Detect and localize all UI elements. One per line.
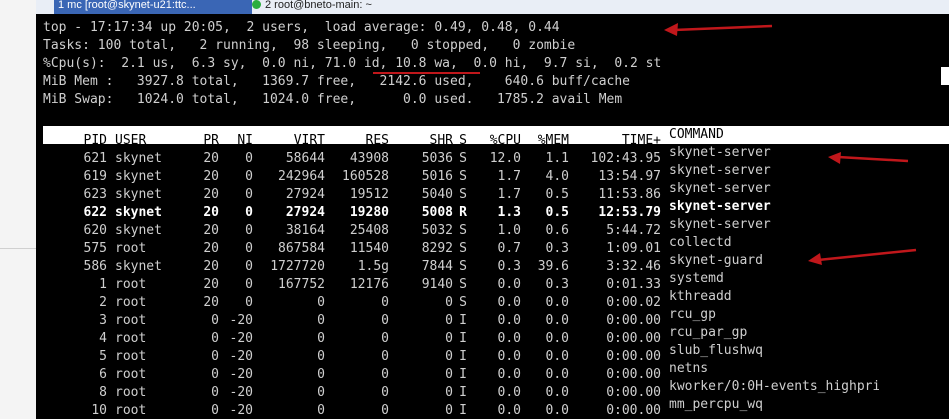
arrow-annotation-load [664,23,773,36]
tasks-line: Tasks: 100 total, 2 running, 98 sleeping… [43,38,576,53]
tab-root-shell-label: 2 root@bneto-main: ~ [265,0,372,11]
cpu-line: %Cpu(s): 2.1 us, 6.3 sy, 0.0 ni, 71.0 id… [43,56,662,71]
process-table-header: PID USER PR NI VIRT RES SHR S %CPU %MEM TIME+ COMMA… [43,126,949,148]
table-row: 619 skynet 20 0 242964 160528 5016 S 1.7 4.0 13:54… [43,162,949,184]
process-command: netns [669,361,709,376]
terminal-cursor [941,67,949,85]
connected-icon [252,0,261,9]
table-row: 2 root 20 0 0 0 0 S 0.0 0.0 0:00.02 kthreadd [43,288,949,310]
uptime-line: top - 17:17:34 up 20:05, 2 users, load a… [43,20,560,35]
process-time: 0:00.00 [606,403,661,418]
process-table: PID USER PR NI VIRT RES SHR S %CPU %MEM TIME+ COMMA… [43,126,949,418]
table-row: 6 root 0 -20 0 0 0 I 0.0 0.0 0:00.00 netns [43,360,949,382]
process-command: skynet-server [669,181,771,196]
tab-root-shell[interactable]: 2 root@bneto-main: ~ [248,0,396,14]
process-priority: 0 [211,403,219,418]
process-command: rcu_gp [669,307,716,322]
table-row: 622 skynet 20 0 27924 19280 5008 R 1.3 0.5 12:53.7… [43,198,949,220]
idle-underline-annotation [373,72,480,74]
left-panel-divider [0,248,36,249]
col-command: COMMAND [669,127,724,142]
process-state: I [459,403,467,418]
process-user: root [115,403,147,418]
tab-mc-label: 1 mc [root@skynet-u21:ttc... [58,0,196,11]
process-command: slub_flushwq [669,343,763,358]
process-res: 0 [381,403,389,418]
process-cpu: 0.0 [497,403,521,418]
left-panel [0,0,36,419]
process-command: systemd [669,271,724,286]
process-pid: 10 [91,403,107,418]
process-virt: 0 [317,403,325,418]
table-row: 1 root 20 0 167752 12176 9140 S 0.0 0.3 0:01.33 sys… [43,270,949,292]
process-nice: -20 [229,403,253,418]
process-mem: 0.0 [545,403,569,418]
process-rows: 621 skynet 20 0 58644 43908 5036 S 12.0 1.1 102:43… [43,144,949,418]
process-command: rcu_par_gp [669,325,748,340]
arrow-annotation-skynet-server [828,152,909,164]
process-command: skynet-server [669,217,771,232]
process-command: mm_percpu_wq [669,397,763,412]
table-row: 4 root 0 -20 0 0 0 I 0.0 0.0 0:00.00 rcu_par_gp [43,324,949,346]
table-row: 621 skynet 20 0 58644 43908 5036 S 12.0 1.1 102:43… [43,144,949,166]
table-row: 10 root 0 -20 0 0 0 I 0.0 0.0 0:00.00 mm_percpu_wq [43,396,949,418]
process-command: skynet-server [669,199,771,214]
process-command: kworker/0:0H-events_highpri [669,379,879,394]
table-row: 5 root 0 -20 0 0 0 I 0.0 0.0 0:00.00 slub_flushwq [43,342,949,364]
top-summary: top - 17:17:34 up 20:05, 2 users, load a… [43,19,661,109]
swap-line: MiB Swap: 1024.0 total, 1024.0 free, 0.0… [43,92,623,107]
tab-bar: 1 mc [root@skynet-u21:ttc... 2 root@bnet… [36,0,949,14]
table-row: 8 root 0 -20 0 0 0 I 0.0 0.0 0:00.00 kworker/0:0H-e… [43,378,949,400]
arrow-annotation-skynet-guard [808,248,917,265]
process-shr: 0 [445,403,453,418]
mem-line: MiB Mem : 3927.8 total, 1369.7 free, 214… [43,74,630,89]
process-command: kthreadd [669,289,732,304]
table-row: 623 skynet 20 0 27924 19512 5040 S 1.7 0.5 11:53.8… [43,180,949,202]
table-row: 620 skynet 20 0 38164 25408 5032 S 1.0 0.6 5:44.72… [43,216,949,238]
table-row: 3 root 0 -20 0 0 0 I 0.0 0.0 0:00.00 rcu_gp [43,306,949,328]
tab-mc[interactable]: 1 mc [root@skynet-u21:ttc... [54,0,252,14]
terminal[interactable]: top - 17:17:34 up 20:05, 2 users, load a… [36,14,949,419]
